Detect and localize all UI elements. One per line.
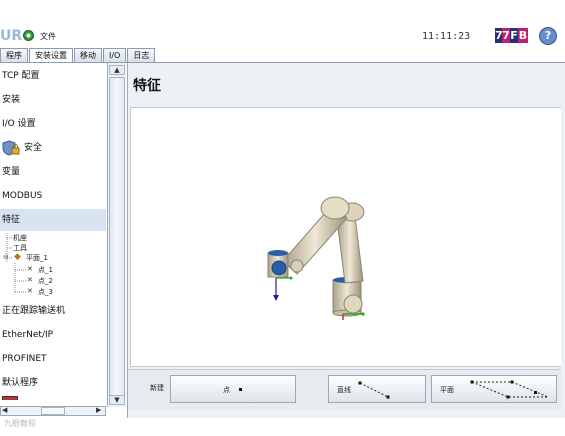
add-line-button[interactable]: 直线 xyxy=(328,375,426,403)
sidebar-item-partial xyxy=(2,396,18,400)
sidebar-item-variables[interactable]: 变量 xyxy=(0,161,106,183)
new-label: 新建 xyxy=(150,384,164,392)
sidebar-item-modbus[interactable]: MODBUS xyxy=(0,185,106,207)
tree-item-point-3[interactable]: 点_3 xyxy=(38,287,53,297)
feature-tree: 机座 工具 ⊖ ◆ 平面_1 ✕ 点_1 ✕ 点_2 ✕ 点_3 xyxy=(0,233,106,301)
robot-arm-view xyxy=(267,196,365,320)
tab-program[interactable]: 程序 xyxy=(0,48,28,63)
sidebar-scrollbar[interactable]: ▲ ▼ xyxy=(107,63,126,407)
plane-outline-icon xyxy=(470,380,549,399)
add-line-label: 直线 xyxy=(337,386,351,394)
watermark: 九眼教程 xyxy=(4,419,36,428)
speed-indicator[interactable]: 7 7 F B xyxy=(495,28,531,43)
sidebar-item-io-setup[interactable]: I/O 设置 xyxy=(0,113,106,135)
sidebar-item-safety[interactable]: 安全 xyxy=(0,137,106,159)
sidebar-item-features[interactable]: 特征 xyxy=(0,209,106,231)
speed-digit: F xyxy=(510,28,518,43)
sidebar-item-profinet[interactable]: PROFINET xyxy=(0,348,106,370)
tab-log[interactable]: 日志 xyxy=(127,48,156,63)
3d-viewport[interactable] xyxy=(130,107,562,367)
sidebar-item-default-program[interactable]: 默认程序 xyxy=(0,372,106,394)
speed-digit: B xyxy=(518,28,528,43)
top-bar: UR 文件 11:11:23 7 7 F B ? xyxy=(0,26,565,46)
tree-item-point-2[interactable]: 点_2 xyxy=(38,276,53,286)
main-panel: 特征 新建 点 直线 平面 xyxy=(127,63,562,418)
point-icon: ✕ xyxy=(27,287,33,295)
scrollbar-thumb[interactable] xyxy=(109,77,125,403)
page-title: 特征 xyxy=(133,78,161,94)
tree-item-plane-1[interactable]: 平面_1 xyxy=(26,253,48,263)
sidebar-item-mounting[interactable]: 安装 xyxy=(0,89,106,111)
point-icon: ✕ xyxy=(27,265,33,273)
right-edge xyxy=(561,63,565,418)
point-icon: ✕ xyxy=(27,276,33,284)
point-icon xyxy=(239,388,242,391)
feature-toolbar: 新建 点 直线 平面 xyxy=(128,369,562,410)
run-status-icon xyxy=(23,30,34,41)
ur-logo: UR xyxy=(0,28,23,44)
plane-icon: ◆ xyxy=(14,252,21,262)
scroll-left-icon[interactable]: ◀ xyxy=(2,406,7,414)
tab-io[interactable]: I/O xyxy=(103,48,127,63)
add-point-label: 点 xyxy=(223,386,230,394)
shield-icon xyxy=(2,140,20,156)
scroll-down-icon[interactable]: ▼ xyxy=(109,395,125,405)
add-plane-button[interactable]: 平面 xyxy=(431,375,557,403)
speed-digit: 7 xyxy=(502,28,510,43)
sidebar-item-label: 安全 xyxy=(24,143,43,153)
speed-digit: 7 xyxy=(495,28,503,43)
h-scrollbar-thumb[interactable] xyxy=(41,407,65,415)
file-menu[interactable]: 文件 xyxy=(40,31,56,42)
sidebar-item-ethernet-ip[interactable]: EtherNet/IP xyxy=(0,324,106,346)
scroll-right-icon[interactable]: ▶ xyxy=(96,406,101,414)
help-icon[interactable]: ? xyxy=(539,27,557,45)
add-plane-label: 平面 xyxy=(440,386,454,394)
scroll-up-icon[interactable]: ▲ xyxy=(109,65,125,75)
clock: 11:11:23 xyxy=(422,31,471,42)
sidebar-item-conveyor-tracking[interactable]: 正在跟踪输送机 xyxy=(0,300,106,322)
add-point-button[interactable]: 点 xyxy=(170,375,296,403)
tree-item-point-1[interactable]: 点_1 xyxy=(38,265,53,275)
tree-item-base[interactable]: 机座 xyxy=(13,233,27,243)
collapse-icon[interactable]: ⊖ xyxy=(3,253,9,261)
tab-bar: 程序 安装设置 移动 I/O 日志 xyxy=(0,48,156,64)
tab-move[interactable]: 移动 xyxy=(74,48,102,63)
sidebar-h-scrollbar[interactable]: ◀ ▶ xyxy=(0,406,106,416)
sidebar: TCP 配置 安装 I/O 设置 安全 变量 MODBUS 特征 机座 工具 ⊖… xyxy=(0,63,106,400)
line-icon xyxy=(358,381,390,399)
sidebar-item-tcp[interactable]: TCP 配置 xyxy=(0,65,106,87)
